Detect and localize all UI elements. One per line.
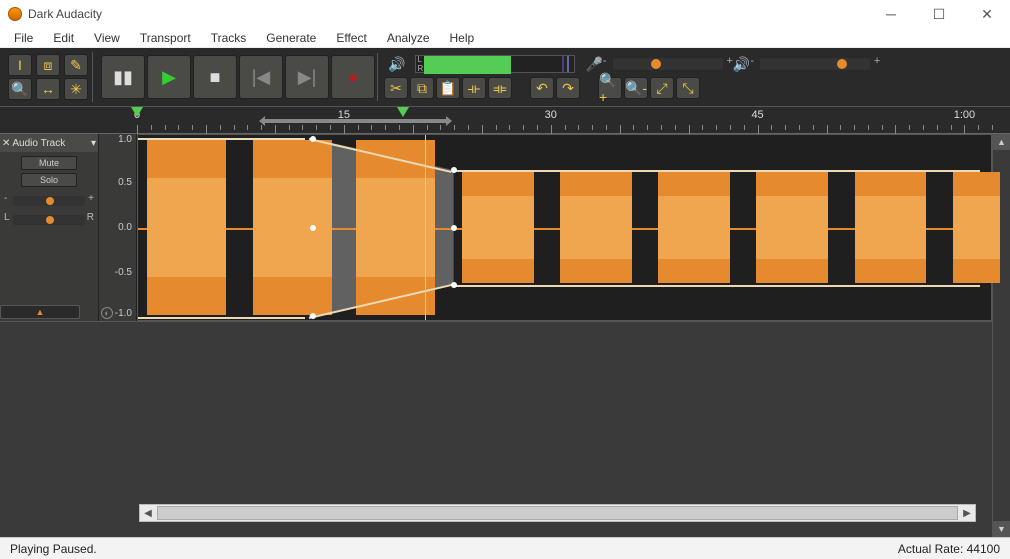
playback-level-slider[interactable] xyxy=(760,58,870,70)
horizontal-scrollbar[interactable]: ◀ ▶ xyxy=(139,504,976,522)
ruler-label: 1:00 xyxy=(954,109,975,121)
tools-toolbar: I ⧈ ✎ 🔍 ↔ ✳ xyxy=(6,52,93,102)
status-left: Playing Paused. xyxy=(10,542,97,556)
track-row: ✕ Audio Track ▾ Mute Solo -+ LR ▲ 1.0 0.… xyxy=(0,134,992,322)
scroll-down-icon[interactable]: ▼ xyxy=(993,521,1010,537)
envelope-line[interactable] xyxy=(138,317,305,319)
fit-project-button[interactable]: ⤡ xyxy=(676,77,700,99)
window-controls: ─ ☐ ✕ xyxy=(876,6,1002,23)
envelope-tool[interactable]: ⧈ xyxy=(36,54,60,76)
menu-effect[interactable]: Effect xyxy=(328,29,374,47)
track-header[interactable]: ✕ Audio Track ▾ xyxy=(0,134,98,152)
main-area: ✕ Audio Track ▾ Mute Solo -+ LR ▲ 1.0 0.… xyxy=(0,134,1010,537)
status-bar: Playing Paused. Actual Rate: 44100 xyxy=(0,537,1010,559)
stop-button[interactable]: ■ xyxy=(193,55,237,99)
envelope-line[interactable] xyxy=(454,285,981,287)
audio-clip[interactable] xyxy=(253,140,332,316)
audio-clip[interactable] xyxy=(147,140,226,316)
playback-meter[interactable]: L R xyxy=(415,55,575,73)
selection-tool[interactable]: I xyxy=(8,54,32,76)
empty-track-area[interactable] xyxy=(0,322,992,502)
audio-clip[interactable] xyxy=(855,172,927,283)
envelope-point[interactable] xyxy=(310,313,316,319)
scroll-up-icon[interactable]: ▲ xyxy=(993,134,1010,150)
transport-toolbar: ▮▮ ▶ ■ |◀ ▶| ● xyxy=(99,53,378,101)
cut-button[interactable]: ✂ xyxy=(384,77,408,99)
envelope-point[interactable] xyxy=(310,136,316,142)
menubar: File Edit View Transport Tracks Generate… xyxy=(0,28,1010,48)
menu-edit[interactable]: Edit xyxy=(45,29,82,47)
minimize-button[interactable]: ─ xyxy=(876,6,906,23)
track-control-panel: ✕ Audio Track ▾ Mute Solo -+ LR ▲ xyxy=(0,134,99,321)
zoom-tool[interactable]: 🔍 xyxy=(8,78,32,100)
waveform-display[interactable] xyxy=(137,134,992,321)
audio-clip[interactable] xyxy=(560,172,632,283)
mute-button[interactable]: Mute xyxy=(21,156,77,170)
ruler-label: 45 xyxy=(751,109,763,121)
silence-button[interactable]: ⟚ xyxy=(488,77,512,99)
amplitude-scale: 1.0 0.5 0.0 -0.5 -1.0 ◐ xyxy=(99,134,137,321)
ruler-label: 30 xyxy=(545,109,557,121)
playback-meter-icon: 🔊 xyxy=(388,56,405,73)
menu-transport[interactable]: Transport xyxy=(132,29,199,47)
zoom-out-button[interactable]: 🔍- xyxy=(624,77,648,99)
pause-button[interactable]: ▮▮ xyxy=(101,55,145,99)
collapse-button[interactable]: ▲ xyxy=(0,305,80,319)
draw-tool[interactable]: ✎ xyxy=(64,54,88,76)
titlebar: Dark Audacity ─ ☐ ✕ xyxy=(0,0,1010,28)
copy-button[interactable]: ⧉ xyxy=(410,77,434,99)
envelope-point[interactable] xyxy=(451,282,457,288)
zoom-in-button[interactable]: 🔍+ xyxy=(598,77,622,99)
trim-button[interactable]: ⟛ xyxy=(462,77,486,99)
fit-selection-button[interactable]: ⤢ xyxy=(650,77,674,99)
envelope-line[interactable] xyxy=(138,138,305,140)
menu-help[interactable]: Help xyxy=(442,29,483,47)
play-cursor xyxy=(425,135,426,320)
envelope-point[interactable] xyxy=(310,225,316,231)
envelope-point[interactable] xyxy=(451,167,457,173)
playback-vol-icon: 🔊 xyxy=(733,56,750,73)
audio-clip[interactable] xyxy=(953,172,1000,283)
solo-button[interactable]: Solo xyxy=(21,173,77,187)
scroll-right-icon[interactable]: ▶ xyxy=(959,508,975,519)
play-button[interactable]: ▶ xyxy=(147,55,191,99)
menu-analyze[interactable]: Analyze xyxy=(379,29,438,47)
audio-clip[interactable] xyxy=(462,172,534,283)
record-button[interactable]: ● xyxy=(331,55,375,99)
menu-file[interactable]: File xyxy=(6,29,41,47)
status-right: Actual Rate: 44100 xyxy=(898,542,1000,556)
scroll-left-icon[interactable]: ◀ xyxy=(140,508,156,519)
gain-slider[interactable]: -+ xyxy=(13,196,85,206)
timeline-ruler[interactable]: 01530451:00 xyxy=(0,106,1010,134)
app-icon xyxy=(8,7,22,21)
window-title: Dark Audacity xyxy=(28,7,876,21)
close-button[interactable]: ✕ xyxy=(972,6,1002,23)
track-name: Audio Track xyxy=(12,138,65,149)
multi-tool[interactable]: ✳ xyxy=(64,78,88,100)
redo-button[interactable]: ↷ xyxy=(556,77,580,99)
cursor-marker[interactable] xyxy=(397,107,409,117)
playhead-marker[interactable] xyxy=(131,107,143,117)
menu-tracks[interactable]: Tracks xyxy=(203,29,255,47)
timeshift-tool[interactable]: ↔ xyxy=(36,78,60,100)
record-meter-icon: 🎤 xyxy=(585,56,602,73)
menu-generate[interactable]: Generate xyxy=(258,29,324,47)
scroll-thumb[interactable] xyxy=(157,506,958,520)
maximize-button[interactable]: ☐ xyxy=(924,6,954,23)
skip-end-button[interactable]: ▶| xyxy=(285,55,329,99)
selection-range[interactable] xyxy=(264,119,447,123)
audio-clip[interactable] xyxy=(756,172,828,283)
undo-button[interactable]: ↶ xyxy=(530,77,554,99)
menu-view[interactable]: View xyxy=(86,29,128,47)
scale-menu-icon[interactable]: ◐ xyxy=(101,307,113,319)
skip-start-button[interactable]: |◀ xyxy=(239,55,283,99)
envelope-line[interactable] xyxy=(454,170,981,172)
audio-clip[interactable] xyxy=(658,172,730,283)
toolbar-area: I ⧈ ✎ 🔍 ↔ ✳ ▮▮ ▶ ■ |◀ ▶| ● 🔊 L R 🎤 🔊 xyxy=(0,48,1010,106)
paste-button[interactable]: 📋 xyxy=(436,77,460,99)
record-level-slider[interactable] xyxy=(613,58,723,70)
track-close-icon[interactable]: ✕ xyxy=(2,138,10,149)
pan-slider[interactable]: LR xyxy=(13,215,85,225)
envelope-point[interactable] xyxy=(451,225,457,231)
